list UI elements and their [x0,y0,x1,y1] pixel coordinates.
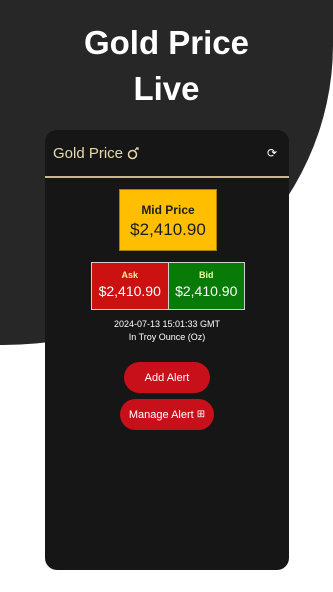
manage-alert-button[interactable]: Manage Alert ⊞ [120,399,214,430]
refresh-icon[interactable]: ⟳ [267,146,277,160]
hero-title-line2: Live [133,70,200,107]
grid-icon: ⊞ [196,409,206,420]
add-alert-button[interactable]: Add Alert [124,362,210,393]
mid-price-value: $2,410.90 [130,220,206,239]
ring-icon [127,146,140,160]
add-alert-label: Add Alert [144,371,190,384]
ask-bid-row: Ask $2,410.90 Bid $2,410.90 [91,262,245,310]
price-timestamp: 2024-07-13 15:01:33 GMT [113,319,221,329]
app-bar: Gold Price ⟳ [45,130,289,178]
hero-title: Gold Price Live [0,20,333,112]
phone-screen: Gold Price ⟳ Mid Price $2,410.90 Ask $2,… [45,130,289,570]
mid-price-label: Mid Price [141,203,195,217]
bid-value: $2,410.90 [175,283,238,299]
manage-alert-label: Manage Alert [128,408,194,421]
ask-box: Ask $2,410.90 [92,263,169,309]
price-unit: In Troy Ounce (Oz) [128,332,206,342]
ask-label: Ask [121,270,138,280]
app-title-text: Gold Price [53,144,124,162]
ask-value: $2,410.90 [98,283,161,299]
mid-price-box: Mid Price $2,410.90 [119,189,217,251]
bid-box: Bid $2,410.90 [168,263,244,309]
hero-title-line1: Gold Price [83,24,250,61]
bid-label: Bid [199,270,214,280]
app-title: Gold Price [53,145,140,162]
